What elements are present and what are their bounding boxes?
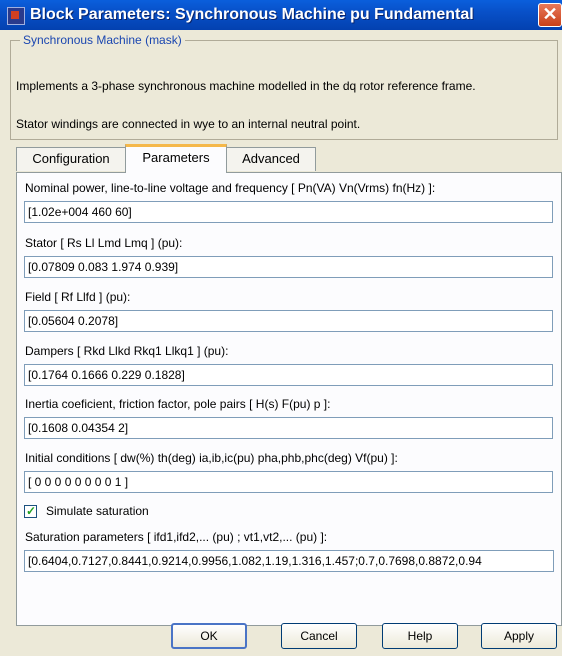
dampers-label: Dampers [ Rkd Llkd Rkq1 Llkq1 ] (pu): (25, 344, 229, 358)
close-button[interactable]: ✕ (538, 3, 562, 27)
mask-description-line-2: Stator windings are connected in wye to … (16, 117, 361, 131)
field-field[interactable]: [0.05604 0.2078] (24, 310, 553, 332)
nominal-power-label: Nominal power, line-to-line voltage and … (25, 181, 436, 195)
inertia-label: Inertia coeficient, friction factor, pol… (25, 397, 331, 411)
tab-configuration[interactable]: Configuration (16, 147, 126, 171)
close-icon: ✕ (542, 4, 558, 24)
help-button[interactable]: Help (382, 623, 458, 649)
checkmark-icon: ✓ (26, 504, 37, 518)
window-title: Block Parameters: Synchronous Machine pu… (30, 6, 474, 23)
initial-conditions-field[interactable]: [ 0 0 0 0 0 0 0 0 1 ] (24, 471, 553, 493)
initial-conditions-label: Initial conditions [ dw(%) th(deg) ia,ib… (25, 451, 398, 465)
stator-label: Stator [ Rs Ll Lmd Lmq ] (pu): (25, 236, 183, 250)
title-bar[interactable]: Block Parameters: Synchronous Machine pu… (0, 0, 562, 30)
saturation-parameters-field[interactable]: [0.6404,0.7127,0.8441,0.9214,0.9956,1.08… (24, 550, 554, 572)
saturation-parameters-label: Saturation parameters [ ifd1,ifd2,... (p… (25, 530, 328, 544)
nominal-power-field[interactable]: [1.02e+004 460 60] (24, 201, 553, 223)
inertia-field[interactable]: [0.1608 0.04354 2] (24, 417, 553, 439)
mask-description-line-1: Implements a 3-phase synchronous machine… (16, 79, 476, 93)
simulate-saturation-label: Simulate saturation (46, 504, 149, 518)
stator-field[interactable]: [0.07809 0.083 1.974 0.939] (24, 256, 553, 278)
simulink-block-icon (7, 7, 25, 25)
simulate-saturation-checkbox[interactable]: ✓ (24, 504, 37, 518)
tab-parameters[interactable]: Parameters (125, 144, 227, 173)
ok-button[interactable]: OK (171, 623, 247, 649)
cancel-button[interactable]: Cancel (281, 623, 357, 649)
tab-advanced[interactable]: Advanced (226, 147, 316, 171)
field-label: Field [ Rf Llfd ] (pu): (25, 290, 131, 304)
dampers-field[interactable]: [0.1764 0.1666 0.229 0.1828] (24, 364, 553, 386)
apply-button[interactable]: Apply (481, 623, 557, 649)
mask-legend: Synchronous Machine (mask) (20, 33, 185, 47)
